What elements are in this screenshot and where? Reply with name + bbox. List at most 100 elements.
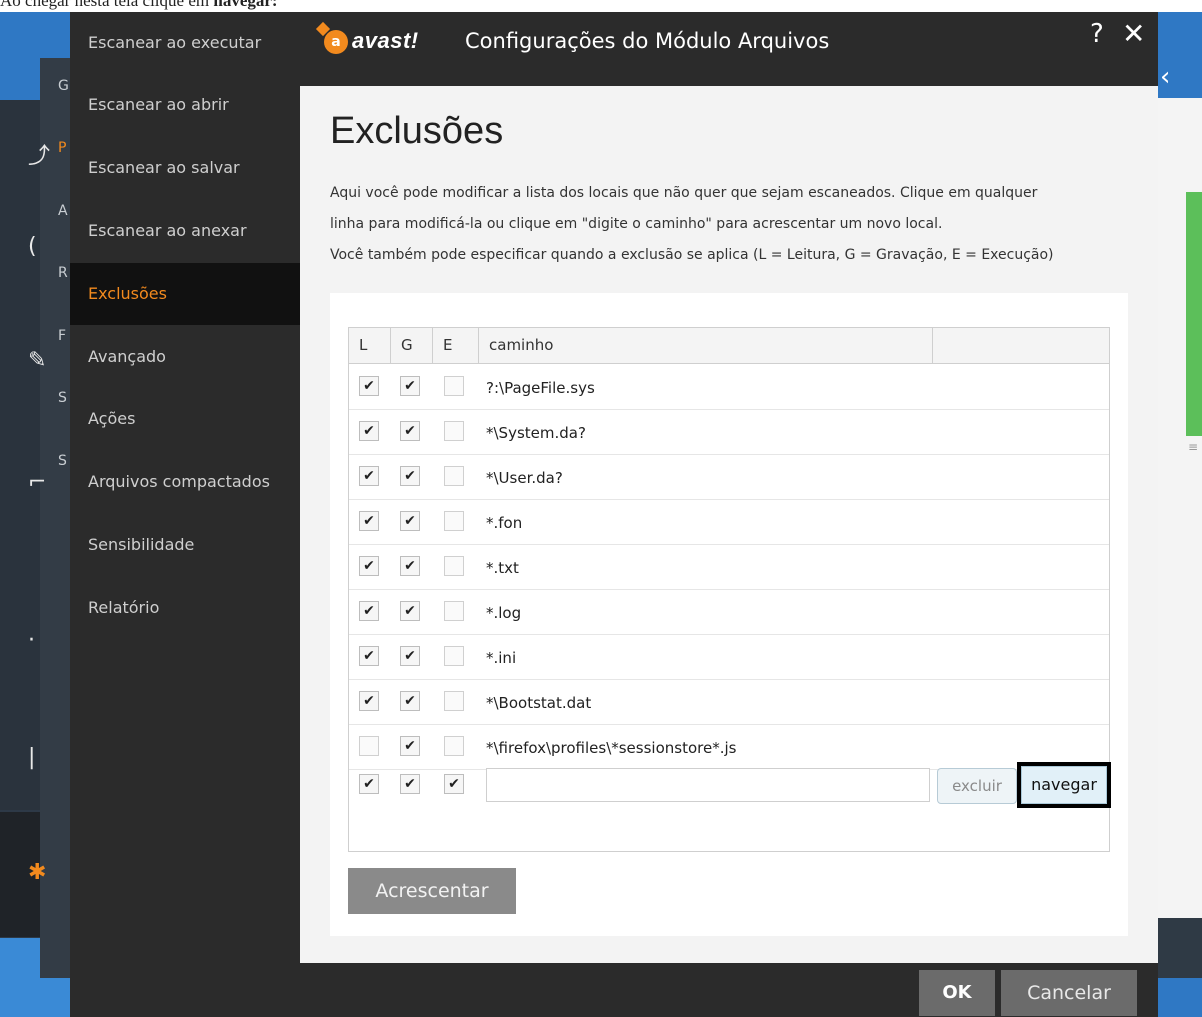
row-checkbox-l[interactable] bbox=[359, 736, 379, 756]
nav-item-escanear-ao-executar[interactable]: Escanear ao executar bbox=[70, 12, 300, 74]
description-line: Você também pode especificar quando a ex… bbox=[330, 247, 1054, 263]
table-row[interactable]: ✔ ✔ *\User.da? bbox=[349, 454, 1109, 500]
row-path: *.ini bbox=[486, 649, 517, 667]
avast-logo: a avast! bbox=[324, 26, 464, 60]
row-checkbox-e[interactable] bbox=[444, 376, 464, 396]
nav-item-escanear-ao-anexar[interactable]: Escanear ao anexar bbox=[70, 200, 300, 262]
table-row[interactable]: ✔ ✔ *\Bootstat.dat bbox=[349, 679, 1109, 725]
row-checkbox-g[interactable]: ✔ bbox=[400, 736, 420, 756]
background-icon: | bbox=[28, 745, 36, 770]
settings-dialog: Escanear ao executar Escanear ao abrir E… bbox=[70, 12, 1158, 1017]
dialog-title: Configurações do Módulo Arquivos bbox=[465, 29, 830, 53]
row-checkbox-e[interactable] bbox=[444, 646, 464, 666]
column-header-l: L bbox=[349, 328, 391, 363]
row-checkbox-l[interactable]: ✔ bbox=[359, 511, 379, 531]
row-checkbox-e[interactable] bbox=[444, 421, 464, 441]
acrescentar-button[interactable]: Acrescentar bbox=[348, 868, 516, 914]
background-gear-icon: ✱ bbox=[28, 860, 47, 885]
background-back-chevron-icon: ‹ bbox=[1160, 62, 1171, 92]
help-button[interactable]: ? bbox=[1090, 18, 1104, 50]
new-row-checkbox-l[interactable]: ✔ bbox=[359, 774, 379, 794]
row-path: *.log bbox=[486, 604, 522, 622]
row-path: *\Bootstat.dat bbox=[486, 694, 592, 712]
cancel-button[interactable]: Cancelar bbox=[1001, 970, 1137, 1016]
table-row[interactable]: ✔ ✔ ?:\PageFile.sys bbox=[349, 364, 1109, 410]
row-path: *\System.da? bbox=[486, 424, 586, 442]
dialog-footer: OK Cancelar bbox=[300, 963, 1158, 1017]
row-checkbox-e[interactable] bbox=[444, 556, 464, 576]
avast-logo-text: avast! bbox=[352, 28, 419, 53]
row-checkbox-l[interactable]: ✔ bbox=[359, 601, 379, 621]
row-checkbox-e[interactable] bbox=[444, 511, 464, 531]
row-checkbox-l[interactable]: ✔ bbox=[359, 646, 379, 666]
background-right-footer bbox=[1158, 918, 1202, 978]
row-checkbox-g[interactable]: ✔ bbox=[400, 646, 420, 666]
row-checkbox-l[interactable]: ✔ bbox=[359, 376, 379, 396]
nav-item-avancado[interactable]: Avançado bbox=[70, 326, 300, 388]
new-row-checkbox-g[interactable]: ✔ bbox=[400, 774, 420, 794]
table-row[interactable]: ✔ ✔ *.ini bbox=[349, 634, 1109, 680]
row-checkbox-e[interactable] bbox=[444, 691, 464, 711]
instruction-prefix: Ao chegar nesta tela clique em bbox=[0, 0, 214, 10]
row-path: *\User.da? bbox=[486, 469, 563, 487]
instruction-text: Ao chegar nesta tela clique em navegar: bbox=[0, 0, 1202, 11]
row-path: *.fon bbox=[486, 514, 523, 532]
row-checkbox-g[interactable]: ✔ bbox=[400, 691, 420, 711]
table-row[interactable]: ✔ ✔ *\System.da? bbox=[349, 409, 1109, 455]
nav-item-escanear-ao-salvar[interactable]: Escanear ao salvar bbox=[70, 137, 300, 199]
row-checkbox-g[interactable]: ✔ bbox=[400, 556, 420, 576]
row-checkbox-l[interactable]: ✔ bbox=[359, 691, 379, 711]
background-menu-letter: G bbox=[58, 78, 69, 94]
row-checkbox-l[interactable]: ✔ bbox=[359, 466, 379, 486]
background-menu-letter: R bbox=[58, 265, 68, 281]
ok-button[interactable]: OK bbox=[919, 970, 995, 1016]
row-checkbox-l[interactable]: ✔ bbox=[359, 421, 379, 441]
table-row[interactable]: ✔ ✔ *.fon bbox=[349, 499, 1109, 545]
nav-item-exclusoes[interactable]: Exclusões bbox=[70, 263, 300, 325]
background-menu-letter: F bbox=[58, 328, 67, 344]
column-header-g: G bbox=[391, 328, 433, 363]
excluir-button[interactable]: excluir bbox=[937, 768, 1017, 804]
path-input[interactable] bbox=[486, 768, 930, 802]
description-line: Aqui você pode modificar a lista dos loc… bbox=[330, 185, 1038, 201]
background-menu-letter: S bbox=[58, 390, 67, 406]
row-checkbox-e[interactable] bbox=[444, 466, 464, 486]
background-menu-letter: S bbox=[58, 453, 67, 469]
row-checkbox-g[interactable]: ✔ bbox=[400, 466, 420, 486]
row-checkbox-e[interactable] bbox=[444, 601, 464, 621]
background-icon: ⤴ bbox=[28, 144, 51, 169]
background-icon: ✎ bbox=[28, 348, 47, 373]
background-icon: ( bbox=[28, 234, 37, 259]
navegar-button[interactable]: navegar bbox=[1021, 766, 1107, 804]
background-menu-letter: A bbox=[58, 203, 68, 219]
background-green-bar bbox=[1186, 192, 1202, 436]
instruction-emphasis: navegar: bbox=[213, 0, 278, 10]
column-header-e: E bbox=[433, 328, 479, 363]
row-checkbox-g[interactable]: ✔ bbox=[400, 601, 420, 621]
row-checkbox-g[interactable]: ✔ bbox=[400, 421, 420, 441]
nav-item-relatorio[interactable]: Relatório bbox=[70, 577, 300, 639]
background-icon: ⌐ bbox=[28, 470, 47, 495]
column-header-path: caminho bbox=[479, 328, 933, 363]
background-menu-letter: P bbox=[58, 140, 67, 156]
exclusions-panel: L G E caminho ✔ ✔ ?:\PageFile.sys ✔ ✔ *\Syste… bbox=[330, 293, 1128, 936]
row-checkbox-l[interactable]: ✔ bbox=[359, 556, 379, 576]
page-description: Aqui você pode modificar a lista dos loc… bbox=[330, 178, 1130, 271]
nav-item-arquivos-compactados[interactable]: Arquivos compactados bbox=[70, 451, 300, 513]
row-checkbox-e[interactable] bbox=[444, 736, 464, 756]
close-button[interactable]: ✕ bbox=[1122, 18, 1145, 50]
row-checkbox-g[interactable]: ✔ bbox=[400, 376, 420, 396]
nav-item-sensibilidade[interactable]: Sensibilidade bbox=[70, 514, 300, 576]
dialog-titlebar: a avast! Configurações do Módulo Arquivo… bbox=[300, 12, 1158, 86]
table-row[interactable]: ✔ ✔ *.txt bbox=[349, 544, 1109, 590]
description-line: linha para modificá-la ou clique em "dig… bbox=[330, 216, 943, 232]
nav-item-acoes[interactable]: Ações bbox=[70, 388, 300, 450]
avast-logo-icon: a bbox=[324, 30, 348, 54]
table-row[interactable]: ✔ ✔ *.log bbox=[349, 589, 1109, 635]
row-checkbox-g[interactable]: ✔ bbox=[400, 511, 420, 531]
page-title: Exclusões bbox=[330, 110, 504, 152]
nav-item-escanear-ao-abrir[interactable]: Escanear ao abrir bbox=[70, 74, 300, 136]
new-row-checkbox-e[interactable]: ✔ bbox=[444, 774, 464, 794]
background-menu-lines-icon: ≡ bbox=[1188, 440, 1199, 454]
table-header: L G E caminho bbox=[349, 328, 1109, 364]
